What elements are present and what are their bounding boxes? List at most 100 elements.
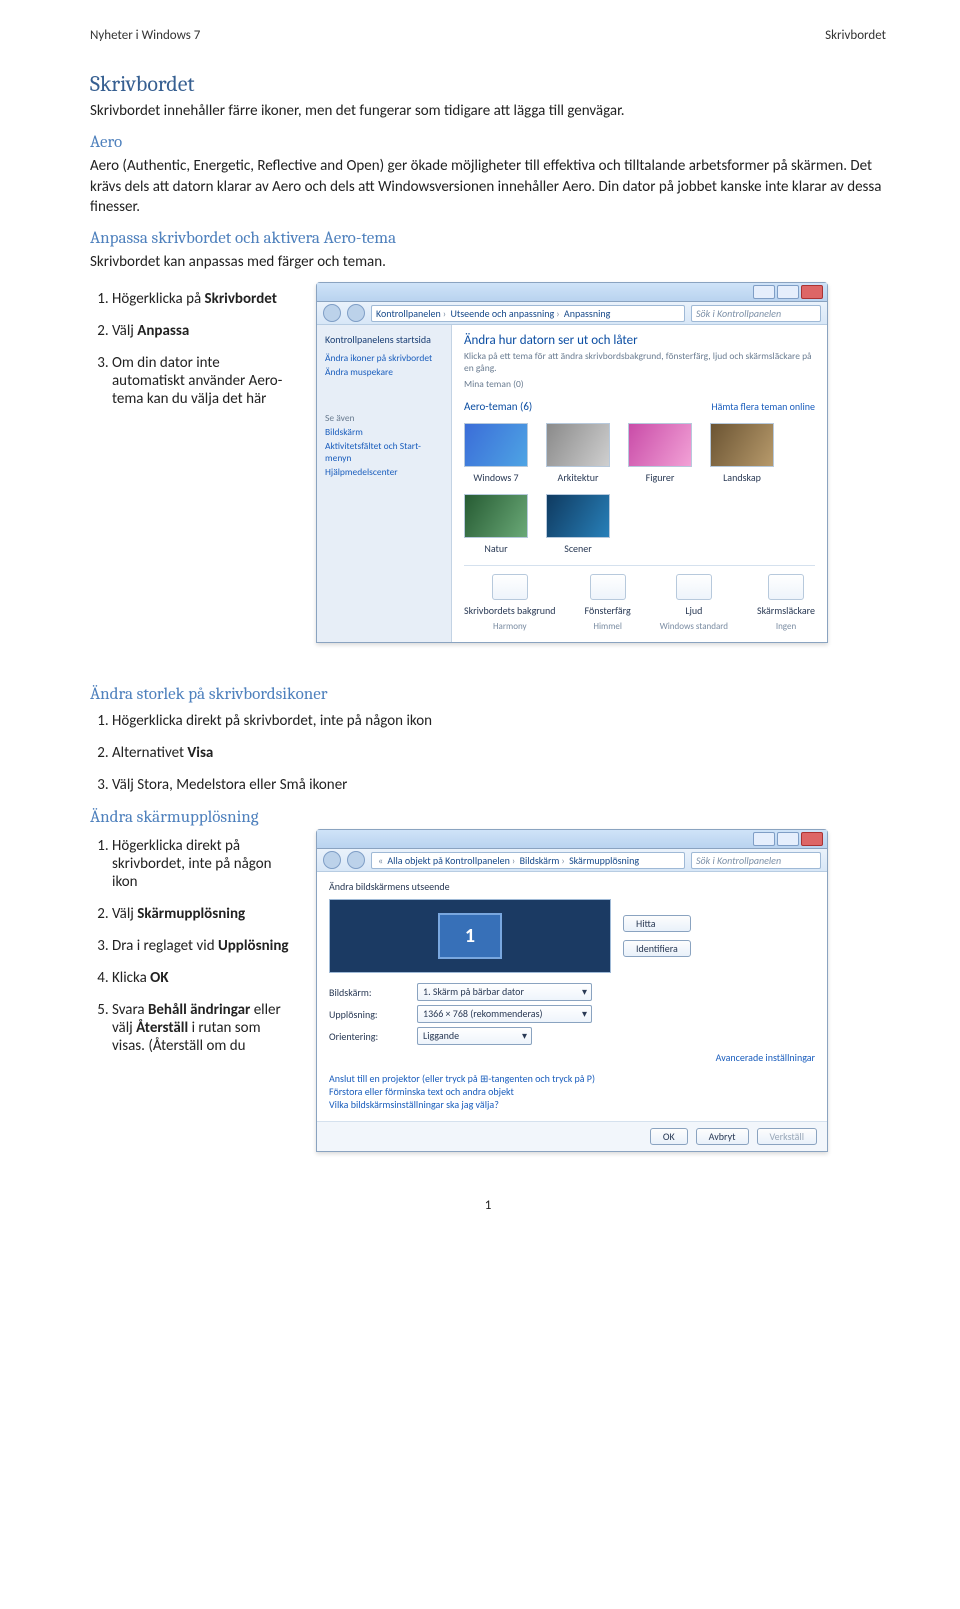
heading-ikoner: Ändra storlek på skrivbordsikoner	[90, 685, 886, 704]
monitor-preview: 1	[329, 899, 611, 973]
apply-button[interactable]: Verkställ	[757, 1128, 818, 1145]
crumb[interactable]: Skärmupplösning	[569, 854, 639, 867]
screenshot-resolution-window: « Alla objekt på Kontrollpanelen› Bildsk…	[316, 829, 828, 1152]
para-aero: Aero (Authentic, Energetic, Reflective a…	[90, 156, 886, 217]
heading-skrivbordet: Skrivbordet	[90, 71, 886, 97]
text: Dra i reglaget vid	[112, 937, 218, 955]
sidebar-link[interactable]: Aktivitetsfältet och Start-menyn	[325, 440, 443, 464]
text: Svara	[112, 1001, 148, 1019]
step-ikoner-2: Alternativet Visa	[112, 744, 886, 762]
search-input[interactable]: Sök i Kontrollpanelen	[691, 305, 821, 322]
heading-aero: Aero	[90, 133, 886, 152]
help-link[interactable]: Förstora eller förminska text och andra …	[329, 1085, 815, 1098]
ok-button[interactable]: OK	[650, 1128, 688, 1145]
text: Välj	[112, 905, 137, 923]
help-link[interactable]: Anslut till en projektor (eller tryck på…	[329, 1072, 815, 1085]
crumb[interactable]: Anpassning	[564, 307, 610, 320]
crumb[interactable]: Bildskärm	[520, 854, 560, 867]
resolution-label: Upplösning:	[329, 1008, 407, 1021]
value: Himmel	[593, 621, 622, 632]
text: Högerklicka på	[112, 290, 205, 308]
sidebar: Kontrollpanelens startsida Ändra ikoner …	[317, 325, 452, 642]
text-bold: Skrivbordet	[205, 290, 277, 308]
desktop-bg-link[interactable]: Skrivbordets bakgrund Harmony	[464, 574, 556, 632]
text-bold: Anpassa	[137, 322, 189, 340]
resolution-select[interactable]: 1366 × 768 (rekommenderas)	[417, 1005, 592, 1023]
display-label: Bildskärm:	[329, 986, 407, 999]
label: Skrivbordets bakgrund	[464, 604, 556, 617]
back-button[interactable]	[323, 304, 341, 322]
theme-row: Windows 7 Arkitektur Figurer Landskap	[464, 423, 815, 484]
text-bold: Skärmupplösning	[137, 905, 245, 923]
button-bar: OK Avbryt Verkställ	[317, 1121, 827, 1151]
screensaver-link[interactable]: SkärmsläckareIngen	[757, 574, 815, 632]
more-themes-link[interactable]: Hämta flera teman online	[711, 400, 815, 413]
maximize-button[interactable]	[777, 832, 799, 846]
theme-tile[interactable]: Scener	[546, 494, 610, 555]
theme-label: Windows 7	[473, 471, 518, 484]
crumb[interactable]: Utseende och anpassning	[450, 307, 554, 320]
sidebar-link[interactable]: Hjälpmedelscenter	[325, 466, 443, 478]
breadcrumb[interactable]: Kontrollpanelen› Utseende och anpassning…	[371, 305, 685, 322]
steps-ikoner: Högerklicka direkt på skrivbordet, inte …	[112, 712, 886, 794]
minimize-button[interactable]	[753, 285, 775, 299]
steps-upplosning: Högerklicka direkt på skrivbordet, inte …	[112, 837, 290, 1055]
close-button[interactable]	[801, 285, 823, 299]
identify-button[interactable]: Identifiera	[623, 940, 691, 957]
step-upplos-2: Välj Skärmupplösning	[112, 905, 290, 923]
step-ikoner-3: Välj Stora, Medelstora eller Små ikoner	[112, 776, 886, 794]
para-skrivbordet: Skrivbordet innehåller färre ikoner, men…	[90, 101, 886, 121]
minimize-button[interactable]	[753, 832, 775, 846]
value: Harmony	[493, 621, 527, 632]
cancel-button[interactable]: Avbryt	[696, 1128, 749, 1145]
back-button[interactable]	[323, 851, 341, 869]
theme-tile[interactable]: Windows 7	[464, 423, 528, 484]
theme-tile[interactable]: Arkitektur	[546, 423, 610, 484]
theme-label: Scener	[564, 542, 592, 555]
sidebar-link[interactable]: Ändra ikoner på skrivbordet	[325, 352, 443, 364]
text: Välj	[112, 322, 137, 340]
sidebar-link[interactable]: Bildskärm	[325, 426, 443, 438]
main-pane: Ändra hur datorn ser ut och låter Klicka…	[452, 325, 827, 642]
display-select[interactable]: 1. Skärm på bärbar dator	[417, 983, 592, 1001]
see-also-head: Se även	[325, 412, 443, 424]
sidebar-link[interactable]: Ändra muspekare	[325, 366, 443, 378]
step-upplos-1: Högerklicka direkt på skrivbordet, inte …	[112, 837, 290, 891]
theme-tile[interactable]: Landskap	[710, 423, 774, 484]
para-anpassa: Skrivbordet kan anpassas med färger och …	[90, 252, 886, 272]
forward-button[interactable]	[347, 851, 365, 869]
breadcrumb[interactable]: « Alla objekt på Kontrollpanelen› Bildsk…	[371, 852, 685, 869]
titlebar	[317, 830, 827, 849]
text-bold: Upplösning	[218, 937, 289, 955]
text-bold: OK	[150, 969, 168, 987]
bottom-row: Skrivbordets bakgrund Harmony Fönsterfärg…	[464, 565, 815, 632]
step-upplos-4: Klicka OK	[112, 969, 290, 987]
forward-button[interactable]	[347, 304, 365, 322]
header-right: Skrivbordet	[825, 28, 886, 43]
crumb[interactable]: Alla objekt på Kontrollpanelen	[387, 854, 510, 867]
advanced-settings-link[interactable]: Avancerade inställningar	[716, 1051, 815, 1064]
help-link[interactable]: Vilka bildskärmsinställningar ska jag vä…	[329, 1098, 815, 1111]
theme-tile[interactable]: Natur	[464, 494, 528, 555]
theme-tile[interactable]: Figurer	[628, 423, 692, 484]
sounds-link[interactable]: LjudWindows standard	[660, 574, 728, 632]
theme-label: Landskap	[723, 471, 761, 484]
heading-upplosning: Ändra skärmupplösning	[90, 808, 886, 827]
close-button[interactable]	[801, 832, 823, 846]
text-bold: Behåll ändringar	[148, 1001, 250, 1019]
value: Windows standard	[660, 621, 728, 632]
maximize-button[interactable]	[777, 285, 799, 299]
page-number: 1	[90, 1198, 886, 1213]
crumb[interactable]: Kontrollpanelen	[376, 307, 441, 320]
text-bold: Visa	[187, 744, 213, 762]
text-bold: Återställ	[136, 1019, 188, 1037]
search-input[interactable]: Sök i Kontrollpanelen	[691, 852, 821, 869]
step-upplos-3: Dra i reglaget vid Upplösning	[112, 937, 290, 955]
monitor-icon[interactable]: 1	[438, 913, 502, 959]
window-color-link[interactable]: FönsterfärgHimmel	[585, 574, 631, 632]
orientation-select[interactable]: Liggande	[417, 1027, 532, 1045]
form-heading: Ändra bildskärmens utseende	[329, 880, 815, 893]
page-header: Nyheter i Windows 7 Skrivbordet	[90, 28, 886, 43]
find-button[interactable]: Hitta	[623, 915, 691, 932]
main-info: Klicka på ett tema för att ändra skrivbo…	[464, 350, 815, 374]
